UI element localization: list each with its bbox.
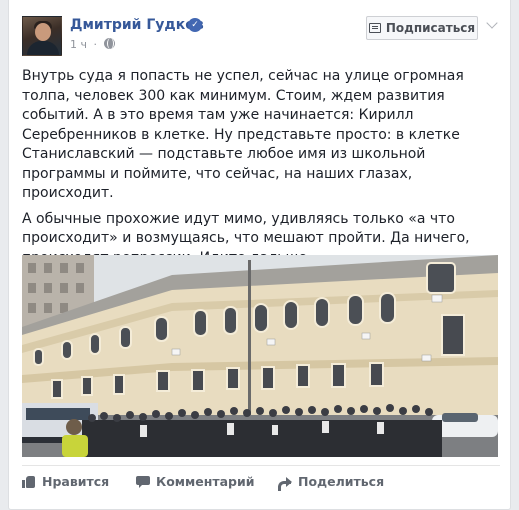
like-icon [22, 475, 36, 488]
post-text: Внутрь суда я попасть не успел, сейчас н… [22, 67, 502, 274]
comment-button[interactable]: Комментарий [136, 474, 278, 489]
avatar[interactable] [22, 16, 62, 56]
post-card: Дмитрий Гудков ✓ 1 ч · Подписаться Внутр… [8, 0, 511, 510]
meta-separator: · [93, 38, 98, 51]
verified-badge-icon: ✓ [188, 18, 202, 32]
post-meta: 1 ч · [70, 38, 115, 51]
subscribe-label: Подписаться [385, 21, 476, 35]
share-label: Поделиться [298, 474, 385, 489]
comment-icon [136, 475, 150, 488]
rss-icon [368, 23, 381, 33]
author-name[interactable]: Дмитрий Гудков [70, 17, 204, 33]
like-button[interactable]: Нравится [22, 474, 136, 489]
post-paragraph: Внутрь суда я попасть не успел, сейчас н… [22, 68, 464, 201]
subscribe-button[interactable]: Подписаться [366, 16, 478, 40]
comment-label: Комментарий [156, 474, 255, 489]
post-timestamp[interactable]: 1 ч [70, 38, 87, 51]
globe-icon[interactable] [103, 38, 115, 49]
share-icon [278, 476, 292, 491]
chevron-down-icon[interactable] [486, 17, 498, 29]
like-label: Нравится [42, 474, 110, 489]
post-actions: Нравится Комментарий Поделиться [22, 465, 500, 497]
post-photo[interactable] [22, 255, 498, 457]
share-button[interactable]: Поделиться [278, 474, 385, 491]
